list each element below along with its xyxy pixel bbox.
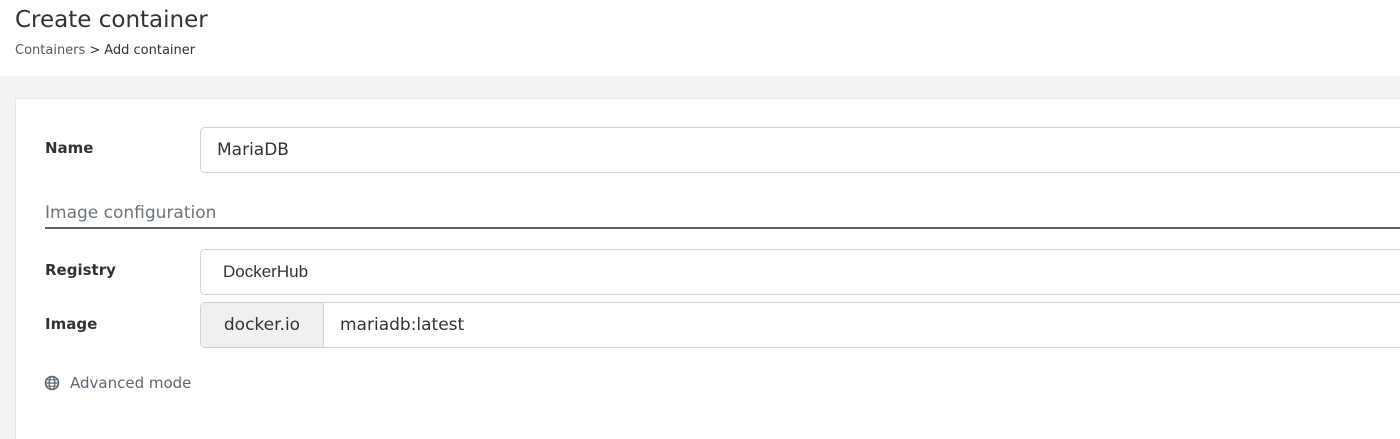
breadcrumb-separator: >	[89, 43, 101, 58]
registry-label: Registry	[45, 261, 116, 279]
image-input[interactable]	[324, 303, 1400, 347]
name-label: Name	[45, 139, 94, 157]
create-container-form: Name Image configuration Registry Docker…	[15, 98, 1400, 439]
breadcrumb: Containers > Add container	[15, 43, 195, 58]
registry-select[interactable]: DockerHub	[200, 249, 1400, 295]
image-registry-prefix: docker.io	[201, 303, 324, 347]
image-configuration-title: Image configuration	[45, 203, 217, 223]
registry-selected-value: DockerHub	[223, 262, 309, 281]
advanced-mode-label: Advanced mode	[70, 374, 192, 392]
breadcrumb-current: Add container	[104, 43, 196, 58]
advanced-mode-link[interactable]: Advanced mode	[44, 374, 191, 392]
breadcrumb-link-containers[interactable]: Containers	[15, 43, 85, 58]
page-header: Create container Containers > Add containe…	[0, 0, 1400, 76]
page-title: Create container	[15, 7, 208, 33]
image-label: Image	[45, 315, 98, 333]
image-input-group: docker.io	[200, 302, 1400, 348]
section-divider	[45, 227, 1400, 229]
name-input[interactable]	[200, 127, 1400, 173]
globe-icon	[44, 375, 60, 391]
